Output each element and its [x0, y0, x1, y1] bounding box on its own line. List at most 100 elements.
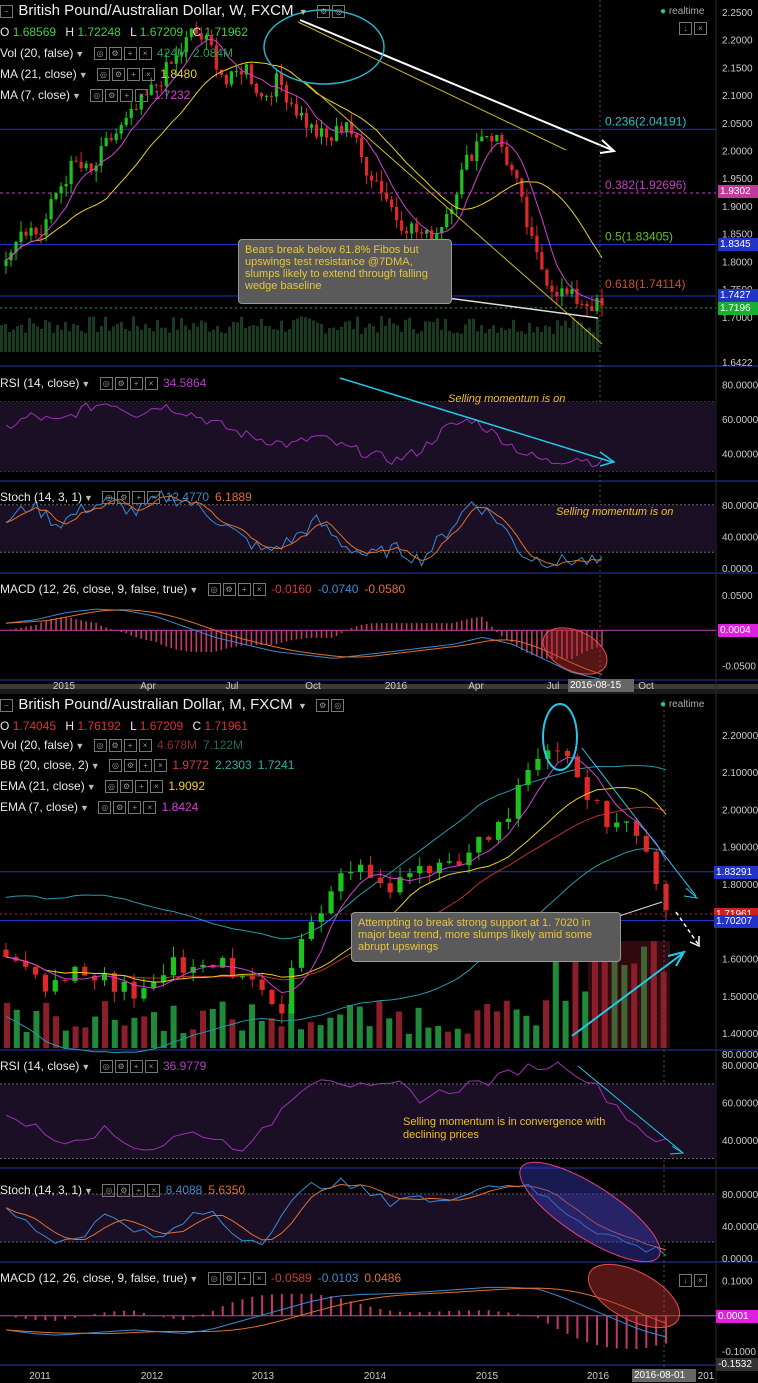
close-icon[interactable]: × [143, 801, 157, 815]
close-icon[interactable]: × [147, 1184, 161, 1198]
plus-icon[interactable]: + [129, 1060, 143, 1074]
chevron-down-icon[interactable]: ▼ [189, 585, 198, 595]
chevron-down-icon[interactable]: ▼ [81, 1062, 90, 1072]
eye-icon[interactable]: ◎ [207, 1272, 221, 1286]
gear-icon[interactable]: ⚙ [111, 68, 125, 82]
gear-icon[interactable]: ⚙ [123, 759, 137, 773]
eye-icon[interactable]: ◎ [96, 68, 110, 82]
plus-icon[interactable]: + [120, 89, 134, 103]
weekly-volume-bar [244, 328, 247, 352]
settings-icon[interactable]: ⚙ [316, 699, 330, 713]
chevron-down-icon[interactable]: ▼ [84, 1186, 93, 1196]
close-icon[interactable]: × [144, 1060, 158, 1074]
weekly-macd-v1: -0.0160 [271, 582, 312, 596]
weekly-macd-hist [140, 630, 143, 639]
arrow-down-icon[interactable]: ↓ [679, 1274, 692, 1288]
weekly-candle [324, 128, 329, 138]
close-icon[interactable]: × [135, 89, 149, 103]
eye-icon[interactable]: ◎ [102, 491, 116, 505]
gear-icon[interactable]: ⚙ [119, 780, 133, 794]
plus-icon[interactable]: + [128, 801, 142, 815]
eye-icon[interactable]: ◎ [99, 377, 113, 391]
plus-icon[interactable]: + [237, 1272, 251, 1286]
close-icon[interactable]: × [694, 1274, 707, 1288]
weekly-macd-hist [100, 625, 102, 631]
weekly-candle [19, 231, 23, 243]
weekly-macd-hist [486, 621, 488, 631]
close-icon[interactable]: × [252, 583, 266, 597]
weekly-macd-hist [175, 630, 178, 650]
weekly-macd-hist [75, 619, 77, 631]
gear-icon[interactable]: ⚙ [222, 583, 236, 597]
gear-icon[interactable]: ⚙ [114, 1060, 128, 1074]
monthly-volume-bar [484, 1003, 491, 1048]
close-icon[interactable]: × [149, 780, 163, 794]
weekly-candle [545, 269, 549, 286]
plus-icon[interactable]: + [134, 780, 148, 794]
chevron-down-icon[interactable]: ▼ [91, 761, 100, 771]
monthly-candle [308, 921, 314, 940]
gear-icon[interactable]: ⚙ [117, 491, 131, 505]
plus-icon[interactable]: + [237, 583, 251, 597]
collapse-icon[interactable]: − [0, 5, 13, 19]
hide-icon[interactable]: ◎ [332, 5, 346, 19]
chevron-down-icon[interactable]: ▼ [80, 803, 89, 813]
chevron-down-icon[interactable]: ▼ [81, 379, 90, 389]
monthly-candle [82, 966, 88, 976]
gear-icon[interactable]: ⚙ [222, 1272, 236, 1286]
plus-icon[interactable]: + [132, 491, 146, 505]
plus-icon[interactable]: + [138, 759, 152, 773]
chevron-down-icon[interactable]: ▼ [189, 1274, 198, 1284]
chevron-down-icon[interactable]: ▼ [298, 701, 307, 711]
gear-icon[interactable]: ⚙ [108, 739, 122, 753]
plus-icon[interactable]: + [132, 1184, 146, 1198]
chevron-down-icon[interactable]: ▼ [75, 741, 84, 751]
chevron-down-icon[interactable]: ▼ [87, 782, 96, 792]
close-icon[interactable]: × [252, 1272, 266, 1286]
collapse-icon[interactable]: − [0, 699, 13, 713]
plus-icon[interactable]: + [123, 47, 137, 61]
arrow-down-icon[interactable]: ↓ [679, 22, 692, 36]
eye-icon[interactable]: ◎ [102, 1184, 116, 1198]
weekly-candle [239, 71, 243, 75]
monthly-candle [643, 835, 649, 852]
hide-icon[interactable]: ◎ [331, 699, 345, 713]
weekly-rsi-annotation: Selling momentum is on [448, 393, 566, 405]
eye-icon[interactable]: ◎ [207, 583, 221, 597]
close-icon[interactable]: × [138, 47, 152, 61]
settings-icon[interactable]: ⚙ [317, 5, 331, 19]
weekly-time-tick: Oct [305, 681, 321, 692]
eye-icon[interactable]: ◎ [90, 89, 104, 103]
eye-icon[interactable]: ◎ [104, 780, 118, 794]
chevron-down-icon[interactable]: ▼ [72, 91, 81, 101]
monthly-volume-bar [102, 1001, 108, 1048]
gear-icon[interactable]: ⚙ [117, 1184, 131, 1198]
eye-icon[interactable]: ◎ [93, 47, 107, 61]
eye-icon[interactable]: ◎ [99, 1060, 113, 1074]
weekly-volume-bar [256, 326, 259, 352]
close-icon[interactable]: × [138, 739, 152, 753]
gear-icon[interactable]: ⚙ [105, 89, 119, 103]
monthly-macd-hist [5, 1315, 7, 1317]
chevron-down-icon[interactable]: ▼ [75, 49, 84, 59]
close-icon[interactable]: × [694, 22, 707, 36]
weekly-candle [304, 112, 309, 128]
plus-icon[interactable]: + [129, 377, 143, 391]
eye-icon[interactable]: ◎ [98, 801, 112, 815]
chevron-down-icon[interactable]: ▼ [299, 7, 308, 17]
chevron-down-icon[interactable]: ▼ [84, 493, 93, 503]
weekly-candle [34, 227, 38, 235]
eye-icon[interactable]: ◎ [93, 739, 107, 753]
gear-icon[interactable]: ⚙ [113, 801, 127, 815]
close-icon[interactable]: × [147, 491, 161, 505]
close-icon[interactable]: × [144, 377, 158, 391]
plus-icon[interactable]: + [126, 68, 140, 82]
gear-icon[interactable]: ⚙ [114, 377, 128, 391]
close-icon[interactable]: × [153, 759, 167, 773]
eye-icon[interactable]: ◎ [108, 759, 122, 773]
chevron-down-icon[interactable]: ▼ [79, 70, 88, 80]
monthly-volume-bar [337, 1014, 344, 1048]
gear-icon[interactable]: ⚙ [108, 47, 122, 61]
plus-icon[interactable]: + [123, 739, 137, 753]
close-icon[interactable]: × [141, 68, 155, 82]
